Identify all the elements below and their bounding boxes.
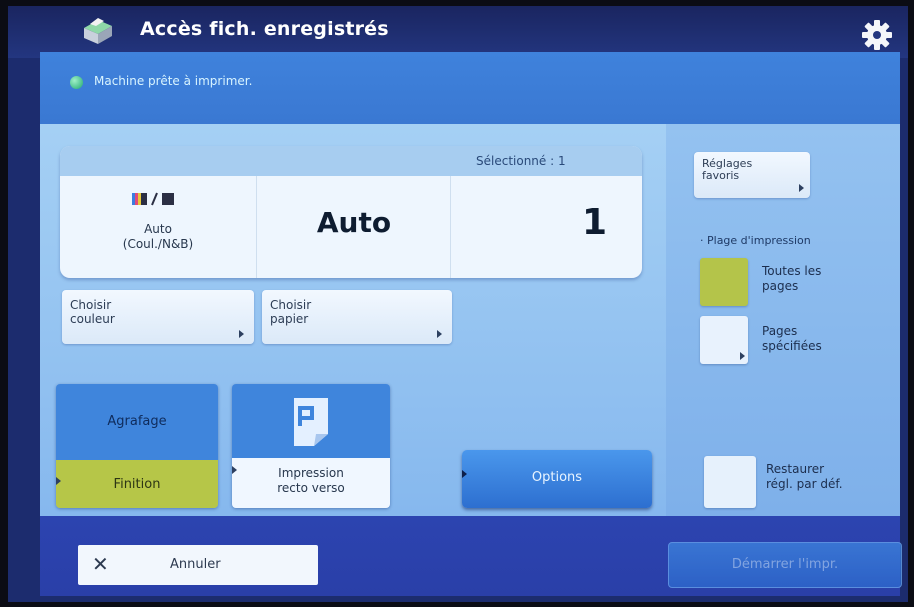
finishing-section: Finition — [56, 460, 218, 508]
all-pages-option[interactable] — [700, 258, 748, 306]
arrow-right-icon — [437, 330, 442, 338]
status-text: Machine prête à imprimer. — [94, 74, 253, 88]
window-title: Accès fich. enregistrés — [140, 18, 389, 40]
paper-value: Auto — [316, 206, 392, 239]
color-mode-cell: Auto (Coul./N&B) — [60, 176, 256, 278]
status-bar: Machine prête à imprimer. — [40, 52, 900, 124]
close-icon: ✕ — [92, 552, 109, 576]
restore-defaults-button[interactable] — [704, 456, 756, 508]
stapling-finishing-button[interactable]: Agrafage Finition — [56, 384, 218, 508]
title-bar: Accès fich. enregistrés — [8, 6, 908, 58]
specified-pages-label: Pages spécifiées — [762, 324, 822, 353]
selected-count: Sélectionné : 1 — [476, 154, 566, 168]
duplex-icon-area — [232, 384, 390, 458]
settings-summary: Sélectionné : 1 Auto (Coul./N&B) Auto 1 — [60, 146, 642, 278]
options-button[interactable]: Options — [462, 450, 652, 508]
gear-icon[interactable] — [860, 18, 894, 52]
arrow-right-icon — [232, 466, 390, 474]
color-mode-value: Auto (Coul./N&B) — [122, 222, 194, 251]
summary-header: Sélectionné : 1 — [60, 146, 642, 176]
status-indicator-icon — [70, 76, 83, 89]
arrow-right-icon — [239, 330, 244, 338]
arrow-right-icon — [56, 477, 218, 485]
print-range-title: · Plage d'impression — [700, 234, 811, 247]
cancel-button[interactable]: ✕ Annuler — [78, 545, 318, 585]
duplex-print-button[interactable]: Impression recto verso — [232, 384, 390, 508]
print-range-text: Plage d'impression — [707, 234, 811, 247]
favorite-settings-button[interactable]: Réglages favoris — [694, 152, 810, 198]
restore-defaults-label: Restaurer régl. par déf. — [766, 462, 843, 491]
color-bw-icon — [132, 192, 174, 206]
specified-pages-option[interactable] — [700, 316, 748, 364]
printer-icon — [84, 18, 112, 44]
cancel-label: Annuler — [170, 557, 221, 572]
favorite-settings-label: Réglages favoris — [702, 157, 753, 182]
duplex-page-icon — [294, 398, 328, 446]
choose-paper-button[interactable]: Choisir papier — [262, 290, 452, 344]
choose-color-label: Choisir couleur — [70, 298, 115, 326]
stapling-section: Agrafage — [56, 384, 218, 460]
arrow-right-icon — [740, 352, 745, 360]
choose-paper-label: Choisir papier — [270, 298, 312, 326]
duplex-label-area: Impression recto verso — [232, 458, 390, 508]
arrow-right-icon — [462, 470, 657, 478]
choose-color-button[interactable]: Choisir couleur — [62, 290, 254, 344]
stapling-label: Agrafage — [107, 414, 167, 429]
copies-value: 1 — [581, 202, 607, 243]
copies-cell: 1 — [450, 176, 642, 278]
all-pages-label: Toutes les pages — [762, 264, 822, 293]
bullet-icon: · — [700, 234, 707, 247]
arrow-right-icon — [799, 184, 804, 192]
paper-cell: Auto — [256, 176, 451, 278]
start-print-button[interactable]: Démarrer l'impr. — [668, 542, 902, 588]
start-print-label: Démarrer l'impr. — [731, 557, 839, 572]
